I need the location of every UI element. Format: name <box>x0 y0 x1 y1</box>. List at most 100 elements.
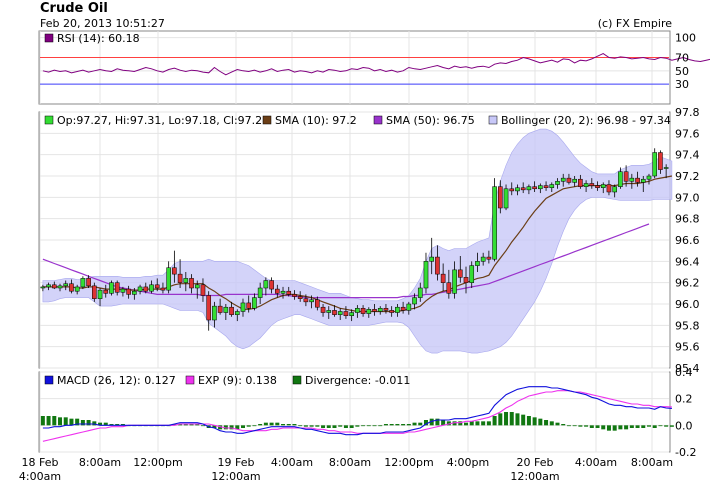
candle-body <box>429 256 435 262</box>
candle-body <box>189 278 194 289</box>
candle-body <box>332 310 337 315</box>
candle-body <box>383 308 389 311</box>
candle-body <box>595 185 600 188</box>
candle-body <box>257 287 263 298</box>
x-axis: 18 Feb4:00am8:00am 12:00pm 19 Feb12:00am4:… <box>19 456 673 483</box>
macd-tick-label: 0.4 <box>675 366 693 379</box>
candle-body <box>360 308 366 314</box>
price-candle <box>80 276 86 290</box>
candle-body <box>646 175 652 180</box>
divergence-bar <box>509 412 514 426</box>
x-tick-label: 8:00am <box>329 456 371 469</box>
divergence-bar <box>624 425 629 430</box>
divergence-bar <box>332 425 337 428</box>
divergence-bar <box>589 425 594 428</box>
x-tick-label: 8:00am <box>631 456 673 469</box>
x-tick-label: 12:00pm <box>384 456 433 469</box>
candle-body <box>423 261 429 289</box>
candle-body <box>349 312 354 316</box>
candle-body <box>486 256 492 260</box>
divergence-bar <box>612 425 617 431</box>
divergence-bar <box>526 416 531 426</box>
candle-body <box>40 286 46 289</box>
divergence-bar <box>40 416 45 426</box>
divergence-legend-text: Divergence: -0.011 <box>305 374 410 387</box>
candle-body <box>92 285 97 299</box>
candle-body <box>223 306 229 313</box>
candle-body <box>372 309 377 312</box>
divergence-bar <box>252 425 257 427</box>
candle-body <box>212 305 217 321</box>
candle-body <box>435 256 440 275</box>
candle-body <box>475 261 480 266</box>
candle-body <box>555 181 560 185</box>
candle-body <box>515 187 520 192</box>
divergence-bar <box>269 422 274 426</box>
price-tick-label: 97.4 <box>675 149 700 162</box>
divergence-bar <box>549 421 554 426</box>
divergence-bar <box>263 422 268 426</box>
divergence-bar <box>601 425 606 430</box>
candle-body <box>51 284 57 289</box>
divergence-bar <box>349 425 354 428</box>
candle-body <box>583 183 589 187</box>
divergence-bar <box>326 425 331 428</box>
divergence-bar <box>584 425 589 427</box>
candle-body <box>309 299 314 303</box>
candle-body <box>315 299 320 308</box>
candle-body <box>217 305 223 313</box>
divergence-bar <box>58 417 63 426</box>
candle-body <box>132 290 137 295</box>
price-tick-label: 97.0 <box>675 191 700 204</box>
divergence-bar <box>292 424 297 426</box>
candle-body <box>572 178 577 183</box>
candle-body <box>623 171 629 182</box>
sma50-legend-swatch <box>373 115 383 125</box>
divergence-bar <box>532 417 537 426</box>
candle-body <box>63 283 69 287</box>
divergence-bar <box>69 418 74 426</box>
divergence-bar <box>366 425 371 427</box>
divergence-bar <box>372 425 377 427</box>
candle-body <box>480 256 486 262</box>
divergence-bar <box>401 424 406 426</box>
macd-legend-swatch <box>44 375 54 385</box>
divergence-bar <box>521 414 526 426</box>
divergence-bar <box>315 425 320 427</box>
divergence-bar <box>635 425 640 428</box>
divergence-bar <box>378 425 383 427</box>
candle-body <box>166 267 171 291</box>
candle-body <box>549 184 555 188</box>
price-tick-label: 96.6 <box>675 234 700 247</box>
divergence-bar <box>555 422 560 426</box>
divergence-bar <box>641 425 646 428</box>
price-candle <box>492 178 497 262</box>
candle-body <box>520 187 526 191</box>
divergence-bar <box>481 421 486 426</box>
candle-body <box>640 178 646 183</box>
ohlc-legend-swatch <box>44 115 54 125</box>
x-tick-label: 12:00pm <box>133 456 182 469</box>
divergence-bar <box>646 425 651 427</box>
divergence-bar <box>652 425 657 428</box>
candle-body <box>543 185 549 188</box>
candle-body <box>114 282 120 293</box>
price-tick-label: 97.6 <box>675 127 700 140</box>
sma50-legend-text: SMA (50): 96.75 <box>386 114 475 127</box>
candle-body <box>274 288 280 294</box>
candle-body <box>612 186 617 193</box>
candle-body <box>137 286 143 292</box>
candle-body <box>46 284 51 288</box>
x-tick-label: 4:00am <box>575 456 617 469</box>
candle-body <box>303 298 309 303</box>
candle-body <box>97 289 103 299</box>
candle-body <box>229 306 234 315</box>
candle-body <box>389 310 394 313</box>
candle-body <box>69 283 74 292</box>
divergence-bar <box>515 413 520 426</box>
divergence-bar <box>578 425 583 427</box>
candle-body <box>57 285 63 289</box>
price-candle <box>652 148 658 179</box>
divergence-bar <box>572 425 577 427</box>
rsi-tick-label: 50 <box>675 65 689 78</box>
